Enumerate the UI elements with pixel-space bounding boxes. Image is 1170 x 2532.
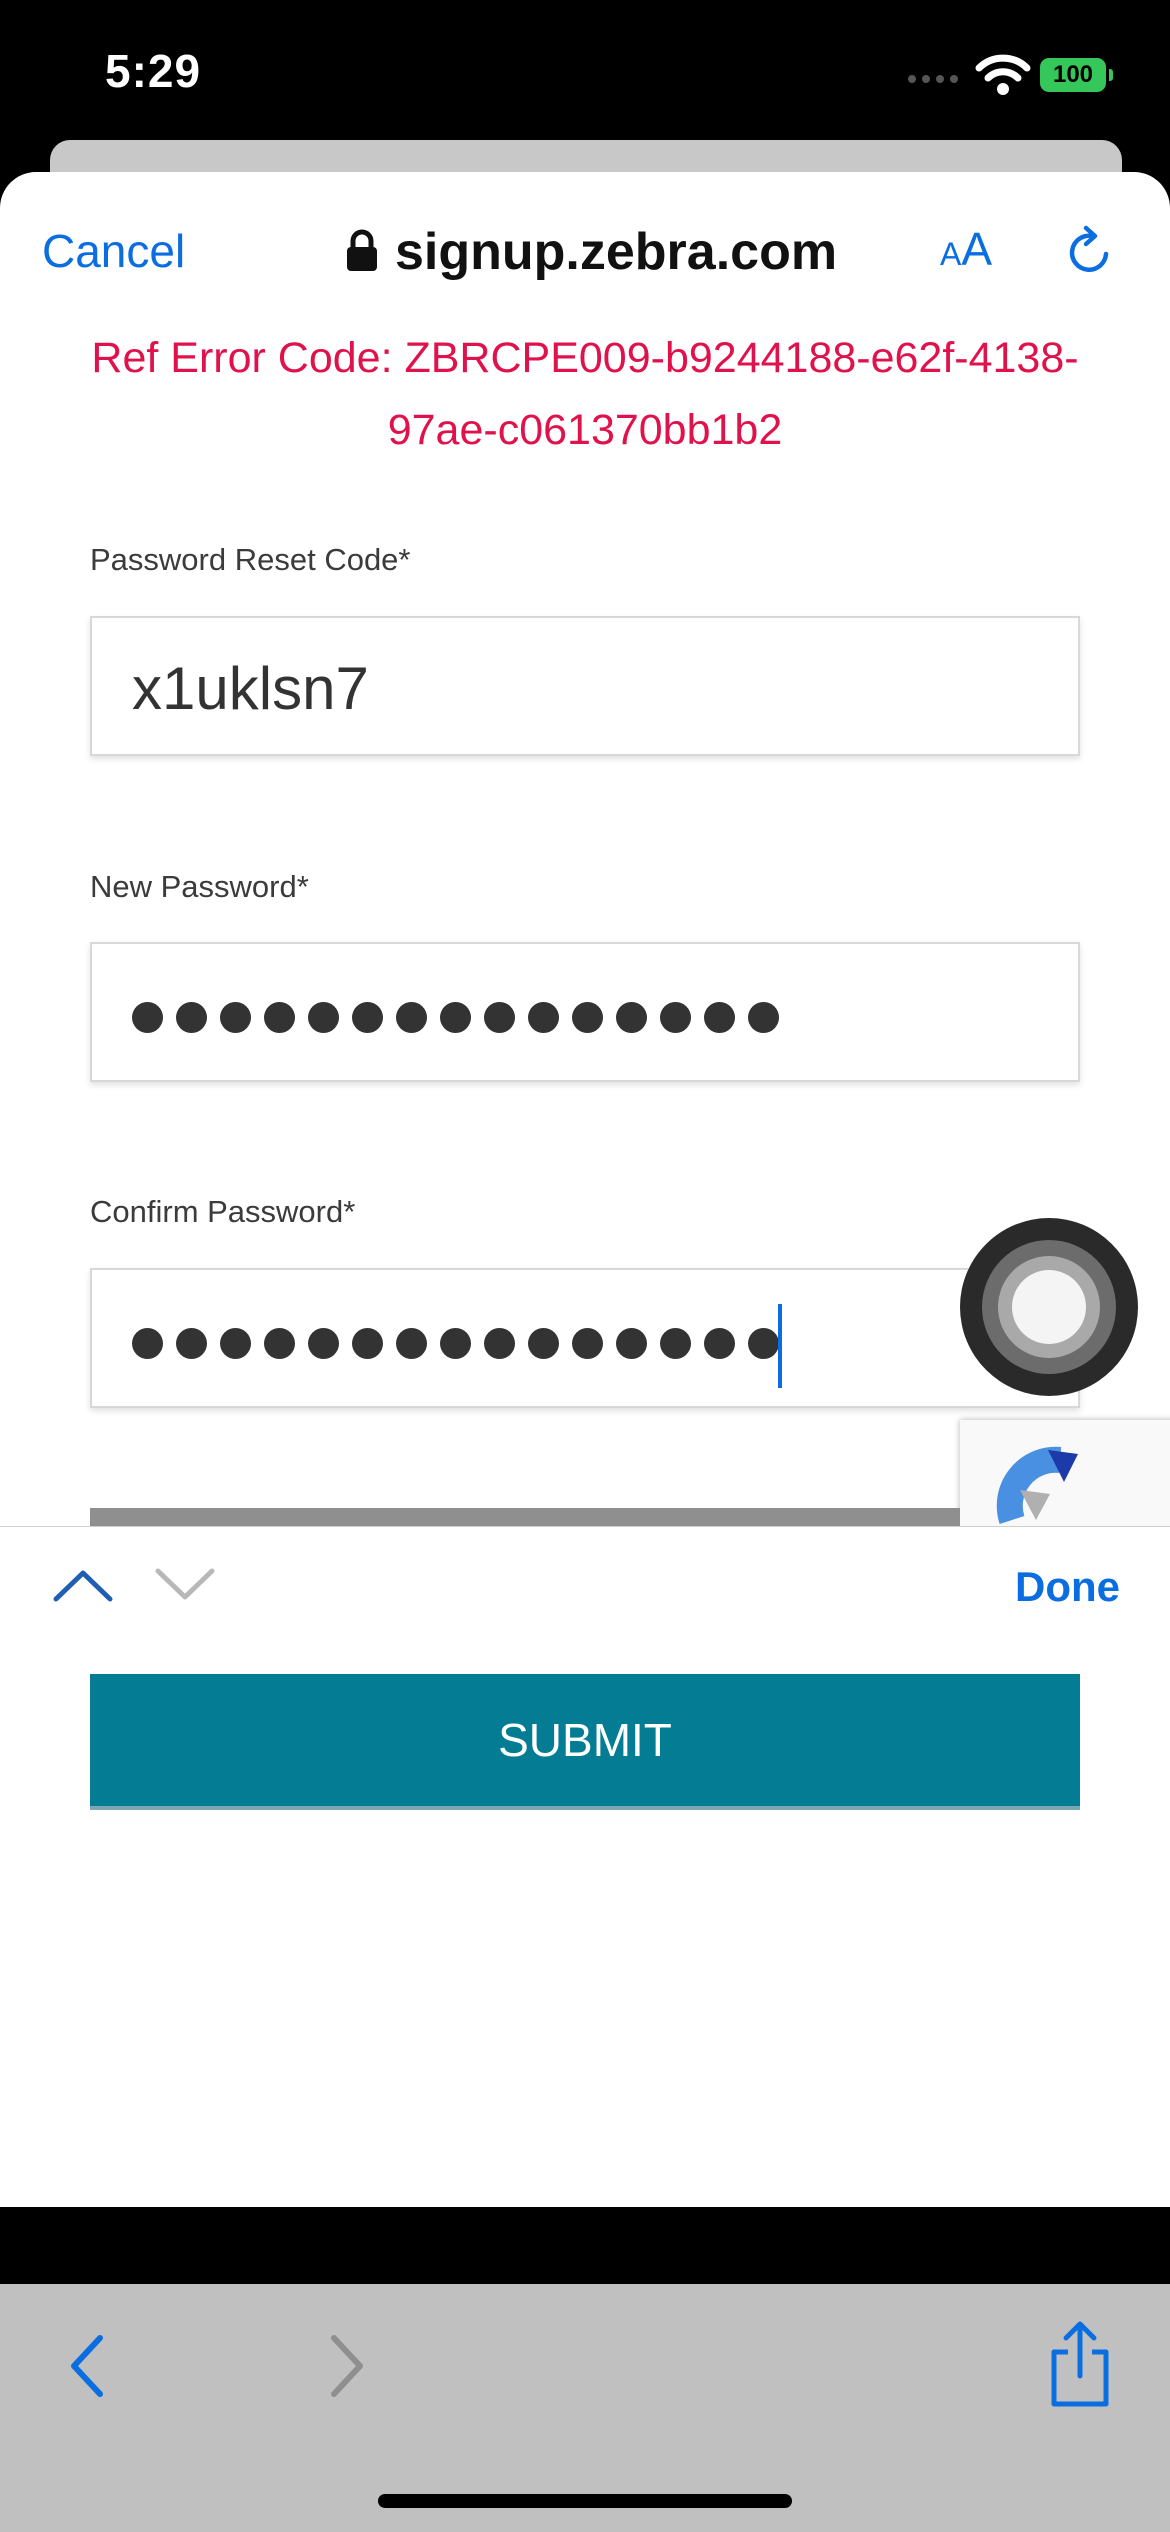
chevron-down-icon[interactable] xyxy=(152,1565,218,1605)
password-mask-dot xyxy=(352,1328,383,1359)
error-message: Ref Error Code: ZBRCPE009-b9244188-e62f-… xyxy=(30,322,1140,466)
password-mask-dot xyxy=(264,1328,295,1359)
password-mask-dot xyxy=(396,1002,427,1033)
password-mask-dot xyxy=(176,1002,207,1033)
password-mask-dot xyxy=(528,1328,559,1359)
new-password-label: New Password* xyxy=(90,869,309,904)
error-line-2: 97ae-c061370bb1b2 xyxy=(387,406,783,454)
confirm-password-field[interactable] xyxy=(90,1268,1080,1408)
reset-code-field[interactable]: x1uklsn7 xyxy=(90,616,1080,756)
password-mask-dot xyxy=(572,1002,603,1033)
battery-icon: 100 xyxy=(1040,58,1113,92)
reload-icon[interactable] xyxy=(1062,224,1118,280)
new-password-field[interactable] xyxy=(90,942,1080,1082)
password-mask-dot xyxy=(132,1002,163,1033)
password-mask-dot xyxy=(220,1002,251,1033)
confirm-password-label: Confirm Password* xyxy=(90,1194,356,1229)
password-mask-dot xyxy=(616,1328,647,1359)
browser-toolbar xyxy=(0,2284,1170,2532)
password-mask-dot xyxy=(660,1328,691,1359)
wifi-icon xyxy=(975,54,1031,95)
password-mask-dot xyxy=(572,1328,603,1359)
password-mask-dot xyxy=(264,1002,295,1033)
recaptcha-icon xyxy=(996,1446,1078,1524)
password-mask-dot xyxy=(308,1002,339,1033)
status-time: 5:29 xyxy=(105,45,202,97)
safari-view-sheet: Cancel signup.zebra.com AA Ref Error Cod… xyxy=(0,172,1170,2207)
forward-icon[interactable] xyxy=(318,2330,374,2402)
password-mask-dot xyxy=(528,1002,559,1033)
text-size-button[interactable]: AA xyxy=(940,222,992,276)
password-mask-dot xyxy=(616,1002,647,1033)
password-mask-dot xyxy=(308,1328,339,1359)
back-icon[interactable] xyxy=(60,2330,116,2402)
keyboard-accessory-bar: Done xyxy=(0,1526,1170,1646)
text-caret xyxy=(778,1304,782,1388)
error-line-1: Ref Error Code: ZBRCPE009-b9244188-e62f-… xyxy=(91,334,1079,382)
password-mask-dot xyxy=(484,1328,515,1359)
password-mask-dot xyxy=(220,1328,251,1359)
lock-icon xyxy=(347,229,377,271)
password-mask-dot xyxy=(440,1002,471,1033)
text-size-large-label: A xyxy=(961,223,993,275)
password-mask-dot xyxy=(748,1002,779,1033)
url-display[interactable]: signup.zebra.com xyxy=(345,222,837,282)
password-mask-dot xyxy=(132,1328,163,1359)
password-mask-dot xyxy=(440,1328,471,1359)
home-indicator[interactable] xyxy=(378,2494,792,2508)
password-mask-dot xyxy=(704,1328,735,1359)
password-mask-dot xyxy=(484,1002,515,1033)
reset-code-label: Password Reset Code* xyxy=(90,542,411,577)
password-mask-dot xyxy=(704,1002,735,1033)
assistive-touch-button[interactable] xyxy=(960,1218,1138,1396)
new-password-mask xyxy=(132,1002,779,1033)
url-text: signup.zebra.com xyxy=(395,223,838,281)
password-mask-dot xyxy=(660,1002,691,1033)
cancel-button[interactable]: Cancel xyxy=(42,224,185,278)
recaptcha-badge[interactable] xyxy=(960,1420,1170,1540)
confirm-password-mask xyxy=(132,1328,779,1359)
submit-button[interactable]: SUBMIT xyxy=(90,1674,1080,1810)
share-icon[interactable] xyxy=(1046,2320,1114,2410)
status-bar: 5:29 100 xyxy=(0,0,1170,150)
text-size-small-label: A xyxy=(940,236,962,272)
signal-dots-icon xyxy=(908,70,968,84)
reset-code-value: x1uklsn7 xyxy=(132,655,369,722)
password-mask-dot xyxy=(352,1002,383,1033)
password-mask-dot xyxy=(176,1328,207,1359)
password-mask-dot xyxy=(748,1328,779,1359)
done-button[interactable]: Done xyxy=(1015,1563,1120,1611)
chevron-up-icon[interactable] xyxy=(50,1565,116,1605)
password-mask-dot xyxy=(396,1328,427,1359)
